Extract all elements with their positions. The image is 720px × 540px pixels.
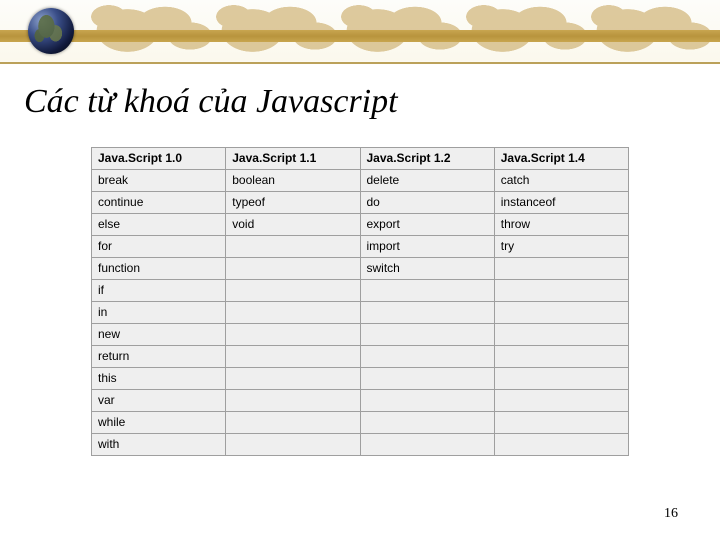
table-row: function switch — [92, 258, 629, 280]
table-cell — [494, 434, 628, 456]
table-cell — [226, 368, 360, 390]
table-cell — [226, 412, 360, 434]
slide-title: Các từ khoá của Javascript — [24, 83, 720, 121]
table-cell: typeof — [226, 192, 360, 214]
col-header: Java.Script 1.1 — [226, 148, 360, 170]
slide: Các từ khoá của Javascript Java.Script 1… — [0, 0, 720, 540]
table-cell — [226, 258, 360, 280]
table-cell: while — [92, 412, 226, 434]
table-cell — [226, 280, 360, 302]
table-cell — [360, 412, 494, 434]
table-cell: delete — [360, 170, 494, 192]
table-cell — [494, 258, 628, 280]
table-cell — [494, 324, 628, 346]
table-row: var — [92, 390, 629, 412]
table-cell — [360, 390, 494, 412]
globe-icon — [28, 8, 74, 54]
table-cell: return — [92, 346, 226, 368]
table-cell: this — [92, 368, 226, 390]
table-row: breakbooleandeletecatch — [92, 170, 629, 192]
table-cell: switch — [360, 258, 494, 280]
table-cell: boolean — [226, 170, 360, 192]
keywords-table: Java.Script 1.0 Java.Script 1.1 Java.Scr… — [91, 147, 629, 456]
table-cell: in — [92, 302, 226, 324]
table-cell: break — [92, 170, 226, 192]
table-row: this — [92, 368, 629, 390]
table-cell: with — [92, 434, 226, 456]
table-cell: export — [360, 214, 494, 236]
table-cell — [360, 346, 494, 368]
table-cell — [226, 302, 360, 324]
table-cell: new — [92, 324, 226, 346]
table-cell: for — [92, 236, 226, 258]
table-cell — [360, 280, 494, 302]
table-cell: continue — [92, 192, 226, 214]
table-cell: function — [92, 258, 226, 280]
table-cell — [226, 236, 360, 258]
table-cell: try — [494, 236, 628, 258]
table-cell: else — [92, 214, 226, 236]
table-row: for importtry — [92, 236, 629, 258]
table-cell — [360, 434, 494, 456]
col-header: Java.Script 1.2 — [360, 148, 494, 170]
page-number: 16 — [664, 506, 678, 522]
banner-underline — [0, 62, 720, 64]
table-cell — [360, 324, 494, 346]
table-cell: import — [360, 236, 494, 258]
table-cell — [494, 368, 628, 390]
table-cell — [360, 368, 494, 390]
table-cell — [226, 390, 360, 412]
table-cell — [494, 280, 628, 302]
table-cell: catch — [494, 170, 628, 192]
table-cell — [494, 346, 628, 368]
table-cell: var — [92, 390, 226, 412]
table-row: while — [92, 412, 629, 434]
table-cell: do — [360, 192, 494, 214]
table-row: in — [92, 302, 629, 324]
keywords-table-wrap: Java.Script 1.0 Java.Script 1.1 Java.Scr… — [91, 147, 629, 456]
table-cell — [226, 346, 360, 368]
table-cell: throw — [494, 214, 628, 236]
table-row: continuetypeofdoinstanceof — [92, 192, 629, 214]
banner — [0, 0, 720, 65]
table-cell — [360, 302, 494, 324]
table-row: return — [92, 346, 629, 368]
banner-stripe — [0, 30, 720, 42]
table-cell: instanceof — [494, 192, 628, 214]
table-cell — [494, 412, 628, 434]
col-header: Java.Script 1.0 — [92, 148, 226, 170]
table-cell — [494, 302, 628, 324]
table-cell: void — [226, 214, 360, 236]
table-cell: if — [92, 280, 226, 302]
table-row: with — [92, 434, 629, 456]
table-cell — [494, 390, 628, 412]
table-row: if — [92, 280, 629, 302]
table-header-row: Java.Script 1.0 Java.Script 1.1 Java.Scr… — [92, 148, 629, 170]
table-row: elsevoidexportthrow — [92, 214, 629, 236]
table-cell — [226, 434, 360, 456]
table-cell — [226, 324, 360, 346]
table-row: new — [92, 324, 629, 346]
col-header: Java.Script 1.4 — [494, 148, 628, 170]
